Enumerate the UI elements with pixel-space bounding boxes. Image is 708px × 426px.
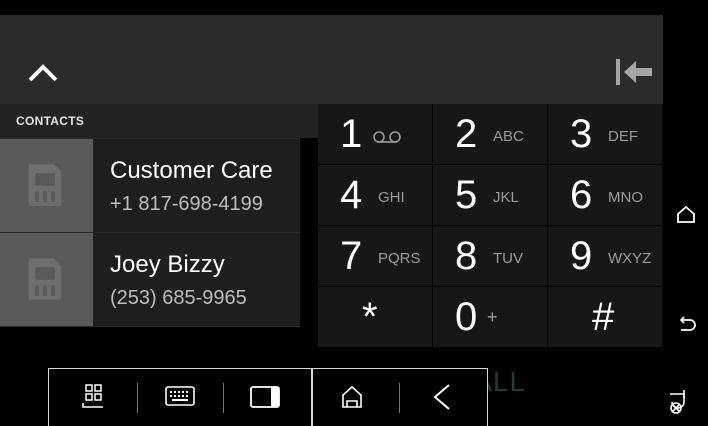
contact-number: +1 817-698-4199 [110, 193, 263, 215]
app-grid-icon[interactable] [71, 377, 117, 417]
key-1[interactable]: 1 [318, 104, 432, 164]
key-digit: 8 [455, 234, 478, 278]
key-digit: # [592, 295, 615, 339]
key-letters: DEF [608, 128, 638, 145]
backspace-icon[interactable] [614, 57, 654, 87]
key-letters: WXYZ [608, 250, 652, 267]
key-9[interactable]: 9 WXYZ [548, 226, 662, 286]
bottom-panel-left [48, 368, 312, 426]
key-letters: PQRS [378, 250, 421, 267]
key-digit: 5 [455, 173, 478, 217]
divider [399, 383, 400, 413]
bottom-panel-right [312, 368, 488, 426]
chevron-left-icon[interactable] [419, 377, 465, 417]
key-digit: 9 [570, 234, 593, 278]
divider [137, 383, 138, 413]
key-digit: 3 [570, 112, 593, 156]
back-icon[interactable] [676, 314, 696, 334]
key-digit: 6 [570, 173, 593, 217]
key-digit: 4 [340, 173, 363, 217]
key-digit: 7 [340, 234, 363, 278]
list-divider [0, 326, 300, 327]
window-icon[interactable] [241, 377, 287, 417]
voicemail-icon [373, 131, 401, 143]
key-5[interactable]: 5 JKL [433, 165, 547, 225]
keyboard-icon[interactable] [157, 377, 203, 417]
key-letters: JKL [493, 189, 519, 206]
key-3[interactable]: 3 DEF [548, 104, 662, 164]
key-hash[interactable]: # [548, 287, 662, 347]
divider [223, 383, 224, 413]
contact-name: Joey Bizzy [110, 251, 225, 278]
contacts-label: CONTACTS [16, 114, 85, 128]
home-icon[interactable] [676, 204, 696, 224]
sim-card-icon [28, 258, 62, 300]
key-4[interactable]: 4 GHI [318, 165, 432, 225]
key-8[interactable]: 8 TUV [433, 226, 547, 286]
key-letters: TUV [493, 250, 523, 267]
key-digit: * [362, 295, 378, 339]
contact-row[interactable]: Joey Bizzy (253) 685-9965 [0, 232, 300, 327]
key-letters: ABC [493, 128, 524, 145]
car-home-icon[interactable] [329, 377, 375, 417]
key-0[interactable]: 0 + [433, 287, 547, 347]
chevron-up-icon[interactable] [26, 60, 60, 84]
dialer-header [0, 15, 663, 104]
key-digit: 2 [455, 112, 478, 156]
key-letters: MNO [608, 189, 643, 206]
key-digit: 1 [340, 112, 363, 156]
bottom-nav-bar [48, 368, 488, 426]
notification-off-icon[interactable] [666, 384, 692, 416]
contact-name: Customer Care [110, 157, 273, 184]
key-letters: GHI [378, 189, 405, 206]
key-7[interactable]: 7 PQRS [318, 226, 432, 286]
status-strip [0, 0, 708, 15]
avatar [0, 139, 93, 233]
avatar [0, 233, 93, 327]
key-star[interactable]: * [318, 287, 432, 347]
key-digit: 0 [455, 295, 478, 339]
key-6[interactable]: 6 MNO [548, 165, 662, 225]
contact-row[interactable]: Customer Care +1 817-698-4199 [0, 138, 300, 233]
contact-number: (253) 685-9965 [110, 287, 247, 309]
sim-card-icon [28, 164, 62, 206]
key-2[interactable]: 2 ABC [433, 104, 547, 164]
dialpad: 1 2 ABC 3 DEF 4 GHI 5 JKL 6 MNO 7 PQRS 8… [318, 104, 663, 349]
key-letters: + [487, 307, 498, 327]
